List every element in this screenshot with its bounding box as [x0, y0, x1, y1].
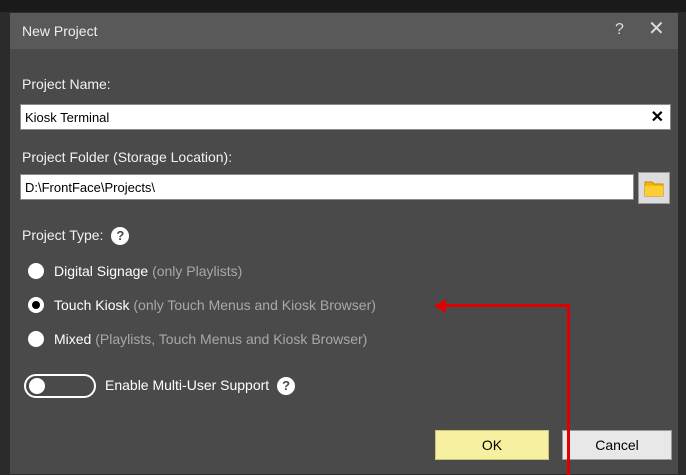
- toggle-knob: [29, 378, 45, 394]
- option-hint: (only Touch Menus and Kiosk Browser): [133, 297, 376, 313]
- project-type-label: Project Type:: [22, 227, 104, 243]
- option-hint: (Playlists, Touch Menus and Kiosk Browse…: [95, 331, 368, 347]
- option-label: Digital Signage: [54, 263, 149, 279]
- annotation-arrow-vertical: [567, 304, 570, 475]
- multi-user-label: Enable Multi-User Support: [105, 377, 270, 393]
- ok-button[interactable]: OK: [435, 430, 549, 460]
- annotation-arrow-horizontal: [444, 304, 570, 307]
- project-folder-input[interactable]: D:\FrontFace\Projects\: [20, 174, 634, 200]
- multi-user-help-icon[interactable]: ?: [277, 377, 296, 396]
- radio-button[interactable]: [28, 331, 44, 347]
- close-icon[interactable]: ✕: [648, 19, 665, 39]
- project-name-label: Project Name:: [22, 76, 111, 92]
- project-type-help-icon[interactable]: ?: [111, 227, 130, 246]
- multi-user-toggle[interactable]: [24, 374, 96, 398]
- help-icon[interactable]: ?: [615, 21, 624, 39]
- project-folder-label: Project Folder (Storage Location):: [22, 149, 233, 165]
- dialog-titlebar: New Project ? ✕: [10, 13, 678, 49]
- project-name-value: Kiosk Terminal: [25, 110, 110, 125]
- folder-icon: [644, 181, 664, 197]
- project-folder-value: D:\FrontFace\Projects\: [25, 180, 156, 195]
- dialog-title: New Project: [22, 23, 98, 39]
- option-label: Touch Kiosk: [54, 297, 130, 313]
- clear-icon[interactable]: ✕: [651, 107, 664, 127]
- project-type-row: Project Type: ?: [22, 227, 130, 246]
- new-project-dialog: New Project ? ✕ Project Name: Kiosk Term…: [9, 12, 679, 475]
- radio-button[interactable]: [28, 263, 44, 279]
- annotation-arrow-head: [434, 299, 446, 313]
- option-label: Mixed: [54, 331, 92, 347]
- browse-folder-button[interactable]: [638, 172, 670, 204]
- multi-user-row: Enable Multi-User Support ?: [105, 377, 296, 396]
- background-strip: [0, 0, 686, 12]
- option-hint: (only Playlists): [152, 263, 243, 279]
- radio-button-selected[interactable]: [28, 297, 44, 313]
- project-name-input[interactable]: Kiosk Terminal ✕: [20, 104, 671, 130]
- cancel-button[interactable]: Cancel: [562, 430, 672, 460]
